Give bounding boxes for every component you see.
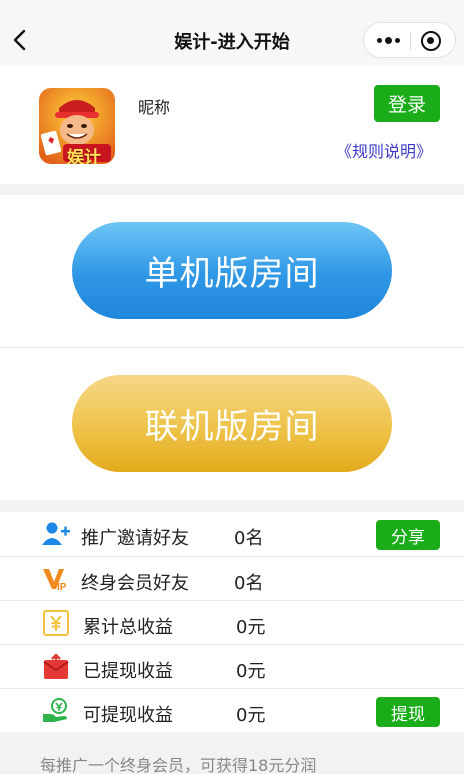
referral-list: 推广邀请好友 0名 分享 IP 终身会员好友 0名 累计总收益 0元 已提现收益… bbox=[0, 512, 464, 732]
share-button[interactable]: 分享 bbox=[376, 520, 440, 550]
svg-text:IP: IP bbox=[57, 582, 67, 592]
login-button[interactable]: 登录 bbox=[374, 85, 440, 122]
list-item: 可提现收益 0元 提现 bbox=[0, 688, 464, 732]
row-value: 0元 bbox=[236, 617, 266, 638]
add-user-icon bbox=[42, 521, 70, 547]
withdraw-button[interactable]: 提现 bbox=[376, 697, 440, 727]
row-value: 0名 bbox=[234, 528, 264, 549]
list-item: IP 终身会员好友 0名 bbox=[0, 556, 464, 600]
list-item: 累计总收益 0元 bbox=[0, 600, 464, 644]
profile-section: 娱计 昵称 登录 《规则说明》 bbox=[0, 66, 464, 184]
capsule-divider bbox=[410, 32, 411, 50]
row-value: 0名 bbox=[234, 573, 264, 594]
red-envelope-icon bbox=[42, 654, 70, 680]
app-logo: 娱计 bbox=[39, 88, 115, 164]
nickname-label: 昵称 bbox=[138, 98, 171, 117]
row-label: 终身会员好友 bbox=[81, 573, 189, 594]
room-section: 单机版房间 联机版房间 bbox=[0, 195, 464, 500]
row-label: 已提现收益 bbox=[83, 661, 173, 682]
row-label: 可提现收益 bbox=[83, 705, 173, 726]
list-item: 已提现收益 0元 bbox=[0, 644, 464, 688]
yuan-icon bbox=[42, 610, 70, 636]
row-value: 0元 bbox=[236, 661, 266, 682]
row-label: 推广邀请好友 bbox=[81, 528, 189, 549]
online-room-button[interactable]: 联机版房间 bbox=[72, 375, 392, 472]
more-dots-icon[interactable] bbox=[370, 23, 406, 57]
room-divider bbox=[0, 347, 464, 348]
row-label: 累计总收益 bbox=[83, 617, 173, 638]
mini-program-capsule bbox=[363, 22, 456, 58]
nav-bar: 娱计-进入开始 bbox=[0, 0, 464, 66]
logo-text: 娱计 bbox=[67, 148, 101, 164]
close-target-icon[interactable] bbox=[421, 31, 441, 51]
rules-link[interactable]: 《规则说明》 bbox=[336, 138, 432, 162]
withdraw-hand-icon bbox=[42, 698, 70, 724]
footer-note: 每推广一个终身会员，可获得18元分润 bbox=[40, 756, 317, 774]
vip-icon: IP bbox=[42, 566, 70, 592]
row-value: 0元 bbox=[236, 705, 266, 726]
single-player-room-button[interactable]: 单机版房间 bbox=[72, 222, 392, 319]
list-item: 推广邀请好友 0名 分享 bbox=[0, 512, 464, 556]
